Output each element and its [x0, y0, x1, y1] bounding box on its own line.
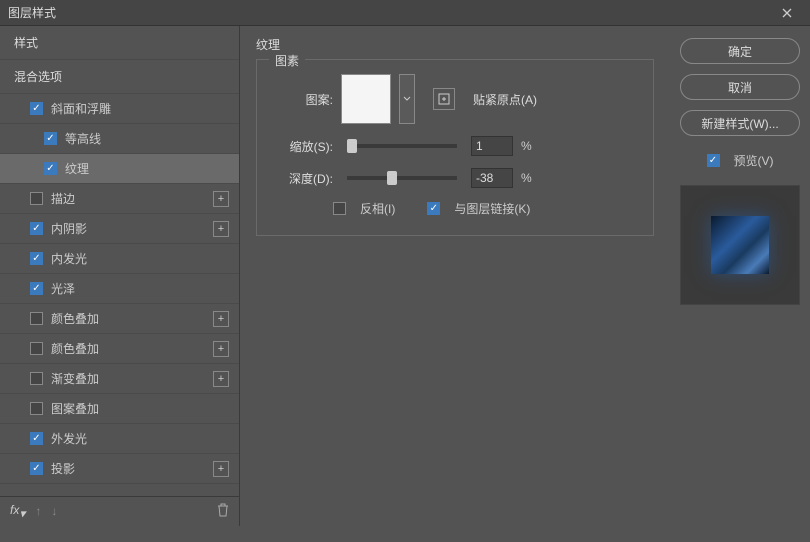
move-down-icon[interactable]: ↓ — [51, 504, 57, 518]
sidebar-header-styles[interactable]: 样式 — [0, 26, 239, 60]
add-effect-button[interactable]: + — [213, 341, 229, 357]
effect-checkbox[interactable] — [30, 312, 43, 325]
effect-label: 等高线 — [65, 130, 101, 147]
invert-label: 反相(I) — [360, 200, 395, 217]
scale-input[interactable] — [471, 136, 513, 156]
ok-button[interactable]: 确定 — [680, 38, 800, 64]
effect-label: 斜面和浮雕 — [51, 100, 111, 117]
sidebar-header-blending[interactable]: 混合选项 — [0, 60, 239, 94]
effect-label: 渐变叠加 — [51, 370, 99, 387]
add-effect-button[interactable]: + — [213, 311, 229, 327]
effect-label: 光泽 — [51, 280, 75, 297]
link-label: 与图层链接(K) — [454, 200, 530, 217]
effect-checkbox[interactable] — [30, 432, 43, 445]
sidebar-item-7[interactable]: 颜色叠加 + — [0, 304, 239, 334]
snap-origin-button[interactable]: 贴紧原点(A) — [473, 91, 537, 108]
effect-label: 图案叠加 — [51, 400, 99, 417]
sidebar-item-3[interactable]: 描边 + — [0, 184, 239, 214]
effect-checkbox[interactable] — [30, 282, 43, 295]
sidebar-item-8[interactable]: 颜色叠加 + — [0, 334, 239, 364]
right-panel: 确定 取消 新建样式(W)... 预览(V) — [670, 26, 810, 526]
styles-sidebar: 样式 混合选项 斜面和浮雕等高线纹理描边 + 内阴影 + 内发光光泽颜色叠加 + 颜色叠加 +… — [0, 26, 240, 526]
effect-label: 颜色叠加 — [51, 310, 99, 327]
depth-input[interactable] — [471, 168, 513, 188]
effect-label: 内发光 — [51, 250, 87, 267]
pattern-dropdown[interactable] — [399, 74, 415, 124]
effect-checkbox[interactable] — [30, 102, 43, 115]
scale-label: 缩放(S): — [273, 138, 333, 155]
cancel-button[interactable]: 取消 — [680, 74, 800, 100]
sidebar-item-12[interactable]: 投影 + — [0, 454, 239, 484]
effect-label: 外发光 — [51, 430, 87, 447]
effect-checkbox[interactable] — [30, 462, 43, 475]
depth-unit: % — [521, 171, 532, 185]
effect-checkbox[interactable] — [44, 162, 57, 175]
sidebar-item-2[interactable]: 纹理 — [0, 154, 239, 184]
sidebar-item-0[interactable]: 斜面和浮雕 — [0, 94, 239, 124]
effect-checkbox[interactable] — [30, 372, 43, 385]
move-up-icon[interactable]: ↑ — [35, 504, 41, 518]
main-panel: 纹理 图素 图案: 贴紧原点(A) 缩放(S): % — [240, 26, 670, 526]
preview-thumbnail — [680, 185, 800, 305]
effect-checkbox[interactable] — [30, 402, 43, 415]
preview-checkbox[interactable] — [707, 154, 720, 167]
trash-icon[interactable] — [217, 503, 229, 520]
effect-checkbox[interactable] — [30, 222, 43, 235]
new-preset-button[interactable] — [433, 88, 455, 110]
effect-label: 颜色叠加 — [51, 340, 99, 357]
chevron-down-icon — [403, 96, 411, 102]
depth-label: 深度(D): — [273, 170, 333, 187]
effect-label: 纹理 — [65, 160, 89, 177]
close-icon — [782, 8, 792, 18]
effect-label: 投影 — [51, 460, 75, 477]
sidebar-item-1[interactable]: 等高线 — [0, 124, 239, 154]
add-effect-button[interactable]: + — [213, 461, 229, 477]
new-preset-icon — [438, 93, 450, 105]
new-style-button[interactable]: 新建样式(W)... — [680, 110, 800, 136]
panel-title: 纹理 — [256, 36, 654, 53]
pattern-label: 图案: — [273, 91, 333, 108]
add-effect-button[interactable]: + — [213, 191, 229, 207]
effect-checkbox[interactable] — [30, 192, 43, 205]
invert-checkbox[interactable] — [333, 202, 346, 215]
add-effect-button[interactable]: + — [213, 371, 229, 387]
sidebar-item-10[interactable]: 图案叠加 — [0, 394, 239, 424]
scale-unit: % — [521, 139, 532, 153]
dialog-title: 图层样式 — [8, 4, 56, 21]
depth-slider[interactable] — [347, 176, 457, 180]
sidebar-item-5[interactable]: 内发光 — [0, 244, 239, 274]
effect-label: 描边 — [51, 190, 75, 207]
sidebar-item-6[interactable]: 光泽 — [0, 274, 239, 304]
effect-checkbox[interactable] — [30, 342, 43, 355]
close-button[interactable] — [772, 3, 802, 23]
effect-checkbox[interactable] — [30, 252, 43, 265]
effect-label: 内阴影 — [51, 220, 87, 237]
add-effect-button[interactable]: + — [213, 221, 229, 237]
effect-checkbox[interactable] — [44, 132, 57, 145]
scale-slider[interactable] — [347, 144, 457, 148]
link-checkbox[interactable] — [427, 202, 440, 215]
sidebar-item-4[interactable]: 内阴影 + — [0, 214, 239, 244]
fx-menu[interactable]: fx▾ — [10, 503, 25, 520]
preview-label: 预览(V) — [734, 152, 774, 169]
fieldset-legend: 图素 — [269, 52, 305, 69]
pattern-swatch[interactable] — [341, 74, 391, 124]
sidebar-item-9[interactable]: 渐变叠加 + — [0, 364, 239, 394]
sidebar-item-11[interactable]: 外发光 — [0, 424, 239, 454]
